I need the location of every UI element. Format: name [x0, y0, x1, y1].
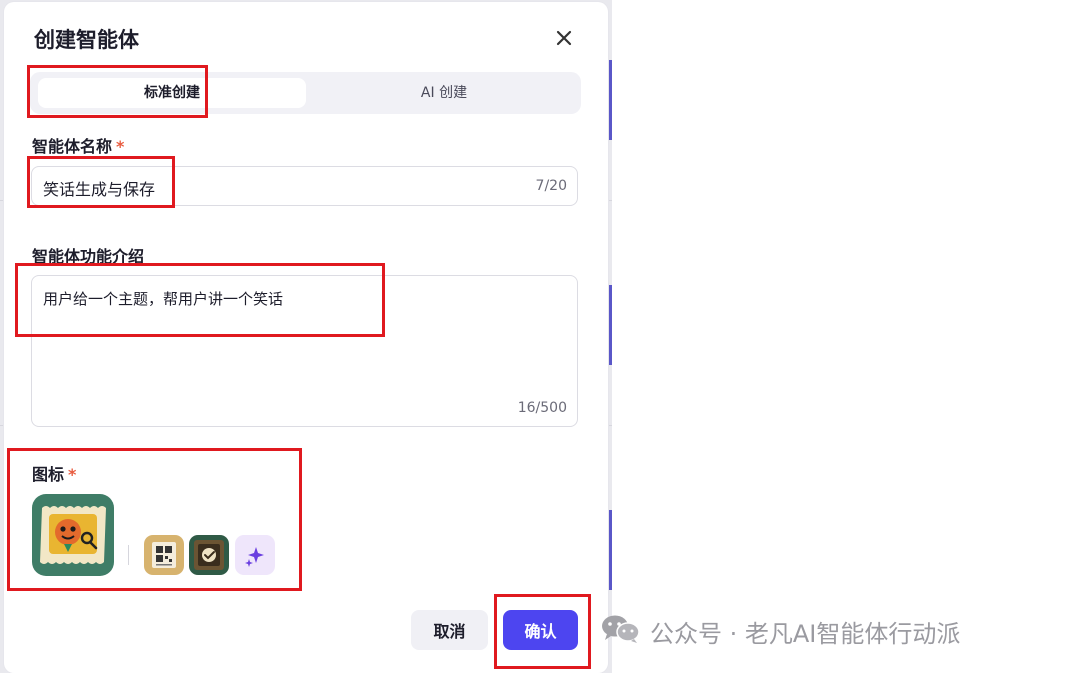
checkmark-badge-icon[interactable] — [189, 535, 229, 575]
name-label-text: 智能体名称 — [32, 137, 113, 156]
emoji-face-icon[interactable] — [32, 494, 114, 576]
required-mark: * — [116, 137, 125, 156]
close-icon[interactable] — [552, 26, 576, 50]
confirm-button[interactable]: 确认 — [503, 610, 578, 650]
qr-card-icon[interactable] — [144, 535, 184, 575]
tab-ai-create[interactable]: AI 创建 — [314, 78, 574, 108]
sparkle-icon[interactable] — [235, 535, 275, 575]
wechat-icon — [600, 613, 642, 649]
desc-field-label: 智能体功能介绍 — [32, 247, 145, 266]
desc-char-counter: 16/500 — [517, 400, 567, 416]
name-char-counter: 7/20 — [535, 178, 567, 194]
create-agent-dialog: 创建智能体 标准创建 AI 创建 智能体名称 * 笑话生成与保存 7/20 智能体… — [4, 2, 608, 673]
agent-name-input[interactable]: 笑话生成与保存 7/20 — [31, 166, 578, 206]
icon-divider — [128, 545, 129, 565]
tab-standard-create[interactable]: 标准创建 — [38, 78, 306, 108]
dialog-title: 创建智能体 — [34, 28, 139, 52]
icon-field-label: 图标 * — [32, 461, 76, 485]
required-mark: * — [68, 465, 77, 484]
icon-label-text: 图标 — [32, 465, 65, 484]
agent-description-value: 用户给一个主题，帮用户讲一个笑话 — [43, 290, 284, 308]
agent-description-textarea[interactable]: 用户给一个主题，帮用户讲一个笑话 16/500 — [31, 275, 578, 427]
watermark-text: 公众号 · 老凡AI智能体行动派 — [650, 619, 961, 648]
name-field-label: 智能体名称 * — [32, 133, 124, 157]
create-mode-tabs: 标准创建 AI 创建 — [30, 72, 581, 114]
agent-name-value: 笑话生成与保存 — [43, 180, 156, 199]
watermark: 公众号 · 老凡AI智能体行动派 — [600, 614, 960, 648]
cancel-button[interactable]: 取消 — [411, 610, 488, 650]
